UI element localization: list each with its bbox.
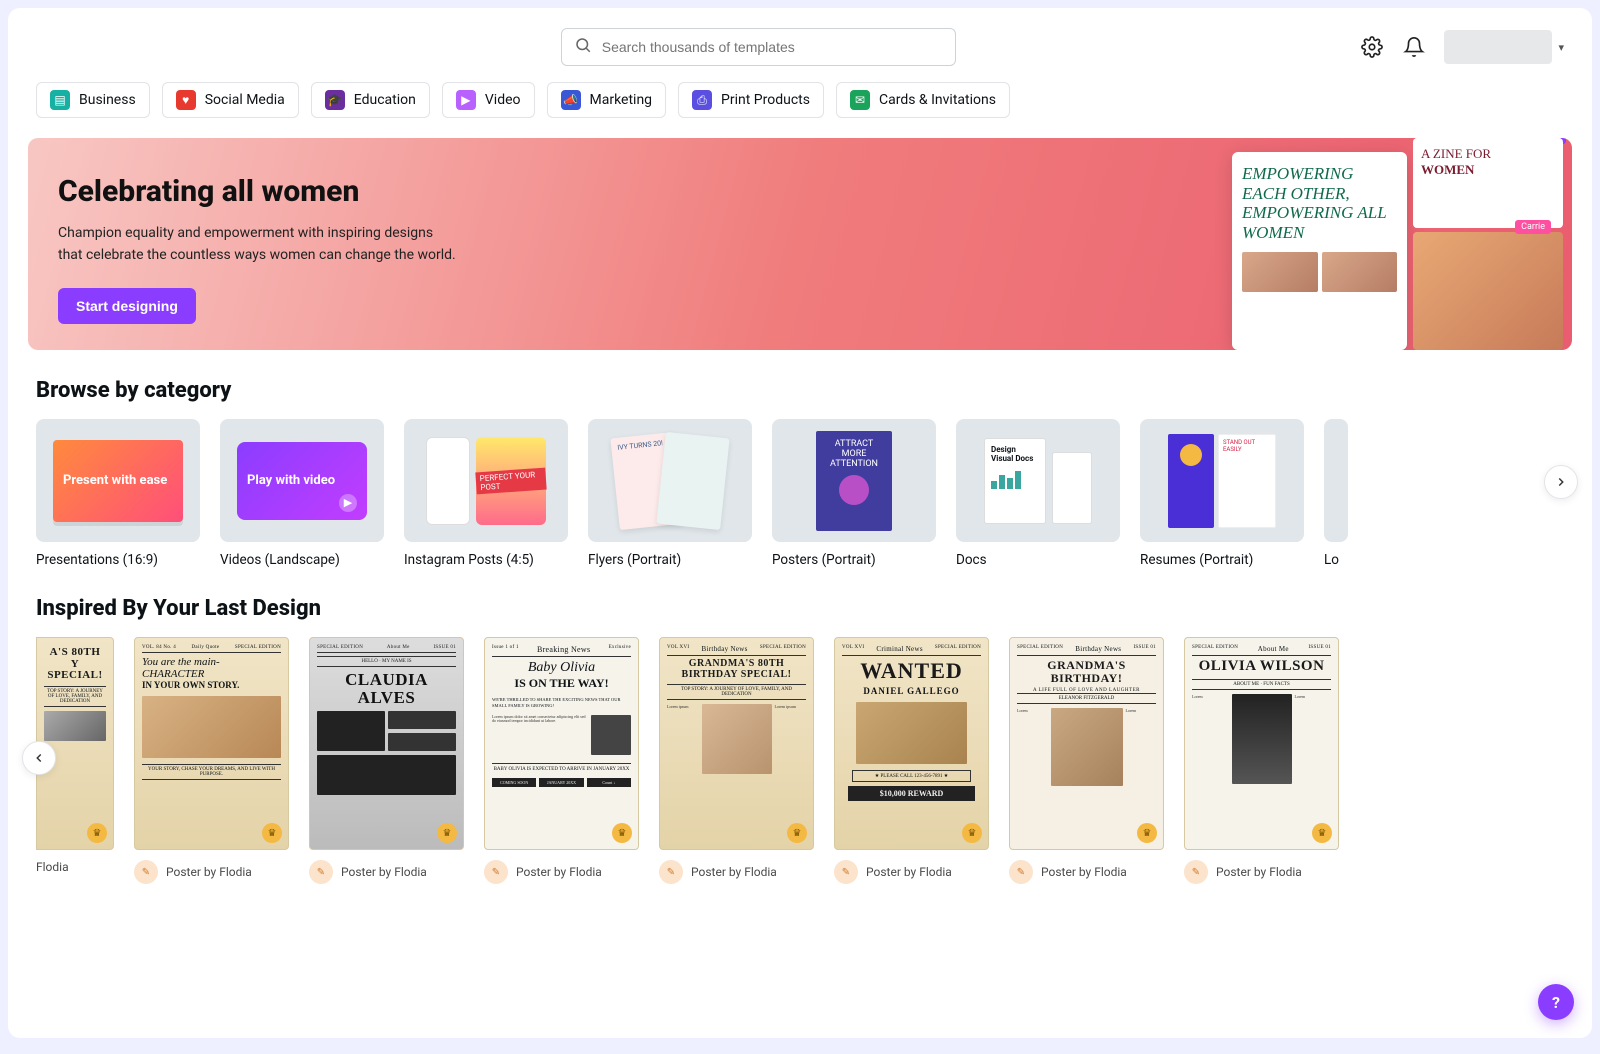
template-byline: Poster by Flodia [866, 865, 952, 879]
printer-icon: ⎙ [692, 90, 712, 110]
author-avatar: ✎ [309, 860, 333, 884]
nav-label: Marketing [590, 92, 653, 108]
premium-icon: ♛ [962, 823, 982, 843]
template-card[interactable]: SPECIAL EDITIONAbout MeISSUE 01 HELLO · … [309, 637, 464, 884]
premium-icon: ♛ [1312, 823, 1332, 843]
template-byline: Poster by Flodia [166, 865, 252, 879]
nav-label: Print Products [721, 92, 810, 108]
help-button[interactable]: ? [1538, 984, 1574, 1020]
premium-icon: ♛ [437, 823, 457, 843]
avatar [1444, 30, 1552, 64]
template-byline: Poster by Flodia [516, 865, 602, 879]
megaphone-icon: 📣 [561, 90, 581, 110]
nav-education[interactable]: 🎓 Education [311, 82, 430, 118]
collab-tag: Carrie [1515, 220, 1551, 234]
template-card[interactable]: SPECIAL EDITIONBirthday NewsISSUE 01 GRA… [1009, 637, 1164, 884]
category-row: Present with ease Presentations (16:9) P… [28, 419, 1572, 568]
category-nav: ▤ Business ♥ Social Media 🎓 Education ▶ Vide… [28, 78, 1572, 138]
category-label: Instagram Posts (4:5) [404, 552, 568, 568]
nav-social-media[interactable]: ♥ Social Media [162, 82, 299, 118]
category-presentations[interactable]: Present with ease Presentations (16:9) [36, 419, 200, 568]
hero-artwork: Shane EMPOWERING EACH OTHER, EMPOWERING … [1232, 138, 1572, 350]
nav-label: Education [354, 92, 416, 108]
author-avatar: ✎ [1009, 860, 1033, 884]
premium-icon: ♛ [787, 823, 807, 843]
category-label: Videos (Landscape) [220, 552, 384, 568]
category-instagram-posts[interactable]: PERFECT YOUR POST Instagram Posts (4:5) [404, 419, 568, 568]
nav-print-products[interactable]: ⎙ Print Products [678, 82, 824, 118]
hero-card-text: EMPOWERING EACH OTHER, EMPOWERING ALL WO… [1242, 164, 1397, 242]
search-icon [574, 36, 592, 58]
scroll-left-button[interactable] [22, 741, 56, 775]
nav-label: Social Media [205, 92, 285, 108]
template-card[interactable]: VOL XVIBirthday NewsSPECIAL EDITION GRAN… [659, 637, 814, 884]
account-menu[interactable]: ▾ [1444, 30, 1564, 64]
header: ▾ [28, 24, 1572, 78]
card-icon: ✉ [850, 90, 870, 110]
briefcase-icon: ▤ [50, 90, 70, 110]
template-byline: Poster by Flodia [1041, 865, 1127, 879]
hero-sample-zine: A ZINE FORWOMEN Carrie [1413, 138, 1563, 228]
category-label: Resumes (Portrait) [1140, 552, 1304, 568]
template-byline: Poster by Flodia [691, 865, 777, 879]
nav-business[interactable]: ▤ Business [36, 82, 150, 118]
category-label: Posters (Portrait) [772, 552, 936, 568]
video-icon: ▶ [456, 90, 476, 110]
category-flyers[interactable]: IVY TURNS 20! Flyers (Portrait) [588, 419, 752, 568]
heart-icon: ♥ [176, 90, 196, 110]
header-actions: ▾ [1360, 30, 1564, 64]
search-input[interactable] [602, 39, 943, 55]
template-byline: Flodia [36, 860, 69, 874]
hero-banner: Celebrating all women Champion equality … [28, 138, 1572, 350]
category-resumes[interactable]: STAND OUT EASILY Resumes (Portrait) [1140, 419, 1304, 568]
author-avatar: ✎ [659, 860, 683, 884]
nav-label: Business [79, 92, 136, 108]
category-label: Presentations (16:9) [36, 552, 200, 568]
nav-label: Video [485, 92, 521, 108]
category-videos[interactable]: Play with video Videos (Landscape) [220, 419, 384, 568]
nav-marketing[interactable]: 📣 Marketing [547, 82, 667, 118]
category-logos-partial[interactable]: Lo [1324, 419, 1348, 568]
nav-cards-invitations[interactable]: ✉ Cards & Invitations [836, 82, 1010, 118]
chevron-down-icon: ▾ [1558, 41, 1564, 54]
inspired-row: A'S 80TH Y SPECIAL! TOP STORY: A JOURNEY… [28, 637, 1572, 884]
category-label: Lo [1324, 552, 1348, 568]
author-avatar: ✎ [484, 860, 508, 884]
notifications-icon[interactable] [1402, 35, 1426, 59]
category-label: Docs [956, 552, 1120, 568]
section-title-inspired: Inspired By Your Last Design [36, 596, 1564, 621]
scroll-right-button[interactable] [1544, 465, 1578, 499]
search-box[interactable] [561, 28, 956, 66]
premium-icon: ♛ [612, 823, 632, 843]
nav-video[interactable]: ▶ Video [442, 82, 535, 118]
author-avatar: ✎ [134, 860, 158, 884]
hero-body-line1: Champion equality and empowerment with i… [58, 223, 498, 245]
hero-body-line2: that celebrate the countless ways women … [58, 245, 498, 267]
template-byline: Poster by Flodia [1216, 865, 1302, 879]
category-docs[interactable]: Design Visual Docs Docs [956, 419, 1120, 568]
premium-icon: ♛ [87, 823, 107, 843]
start-designing-button[interactable]: Start designing [58, 288, 196, 324]
template-card[interactable]: SPECIAL EDITIONAbout MeISSUE 01 OLIVIA W… [1184, 637, 1339, 884]
category-label: Flyers (Portrait) [588, 552, 752, 568]
category-posters[interactable]: ATTRACT MORE ATTENTION Posters (Portrait… [772, 419, 936, 568]
premium-icon: ♛ [262, 823, 282, 843]
hero-sample-photo [1413, 232, 1563, 350]
author-avatar: ✎ [1184, 860, 1208, 884]
graduation-cap-icon: 🎓 [325, 90, 345, 110]
hero-sample-poster: Shane EMPOWERING EACH OTHER, EMPOWERING … [1232, 152, 1407, 350]
premium-icon: ♛ [1137, 823, 1157, 843]
settings-icon[interactable] [1360, 35, 1384, 59]
section-title-browse: Browse by category [36, 378, 1564, 403]
template-card[interactable]: VOL XVICriminal NewsSPECIAL EDITION WANT… [834, 637, 989, 884]
nav-label: Cards & Invitations [879, 92, 996, 108]
template-card[interactable]: Issue 1 of 1Breaking NewsExclusive Baby … [484, 637, 639, 884]
template-card[interactable]: VOL. 84 No. 4Daily QuoteSPECIAL EDITION … [134, 637, 289, 884]
author-avatar: ✎ [834, 860, 858, 884]
template-byline: Poster by Flodia [341, 865, 427, 879]
search-wrap [156, 28, 1360, 66]
